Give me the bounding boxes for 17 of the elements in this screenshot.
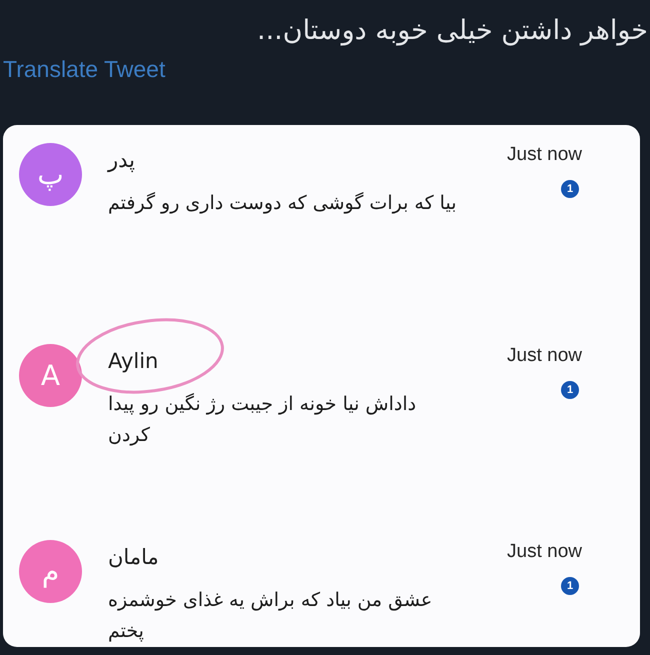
- sender-name: مامان: [108, 544, 159, 571]
- avatar: م: [19, 540, 82, 603]
- timestamp: Just now: [507, 541, 582, 563]
- message-text: بیا که برات گوشی که دوست داری رو گرفتم: [108, 191, 458, 216]
- unread-badge: 1: [561, 180, 579, 198]
- unread-badge: 1: [561, 577, 579, 595]
- timestamp: Just now: [507, 345, 582, 368]
- message-text: عشق من بیاد که براش یه غذای خوشمزه پختم: [108, 588, 434, 644]
- timestamp: Just now: [507, 144, 582, 166]
- sender-name: پدر: [108, 147, 136, 174]
- avatar: پ: [19, 143, 82, 206]
- message-text: داداش نیا خونه از جیبت رژ نگین رو پیدا کردن: [108, 392, 418, 448]
- sender-name: Aylin: [108, 348, 158, 376]
- tweet-text: خواهر داشتن خیلی خوبه دوستان...: [257, 14, 649, 48]
- avatar: A: [19, 344, 82, 408]
- translate-link[interactable]: Translate Tweet: [3, 55, 166, 83]
- unread-badge: 1: [561, 381, 579, 400]
